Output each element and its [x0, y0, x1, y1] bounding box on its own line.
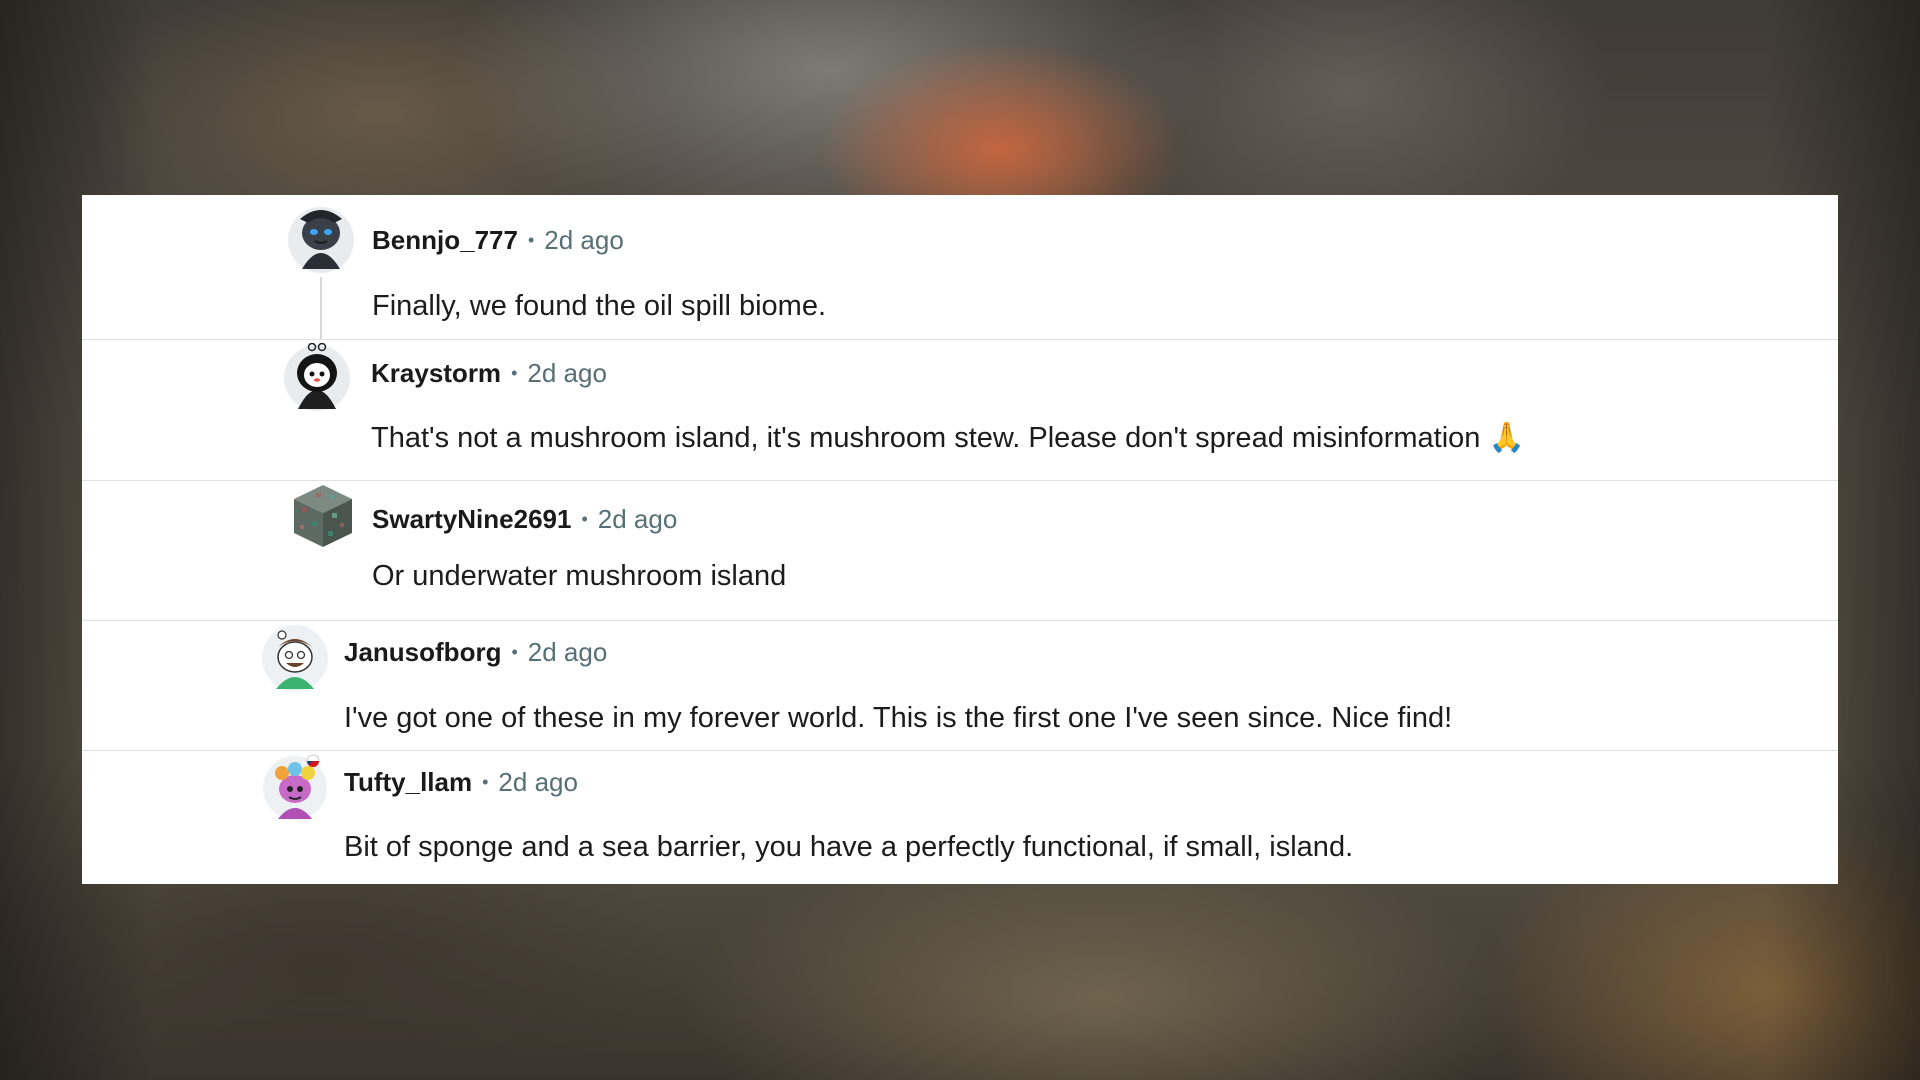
comment-1: Bennjo_777 • 2d ago Finally, we found th…	[82, 195, 1838, 340]
comment-body: Bit of sponge and a sea barrier, you hav…	[344, 831, 1354, 863]
snoo-hooded-dark-avatar-icon[interactable]	[288, 207, 354, 273]
meta-separator: •	[511, 642, 518, 662]
comment-timestamp[interactable]: 2d ago	[528, 637, 608, 668]
comment-body: That's not a mushroom island, it's mushr…	[371, 422, 1525, 454]
comment-header: Janusofborg • 2d ago	[344, 637, 607, 668]
thread-line	[320, 277, 322, 340]
comment-header: Bennjo_777 • 2d ago	[372, 225, 624, 256]
meta-separator: •	[482, 772, 489, 792]
comment-timestamp[interactable]: 2d ago	[498, 767, 578, 798]
comment-timestamp[interactable]: 2d ago	[544, 225, 624, 256]
snoo-pink-costume-avatar-icon[interactable]	[262, 753, 328, 820]
meta-separator: •	[527, 230, 535, 250]
username-link[interactable]: Tufty_llam	[344, 767, 472, 798]
comment-4: Janusofborg • 2d ago I've got one of the…	[82, 621, 1838, 746]
comment-header: SwartyNine2691 • 2d ago	[372, 504, 677, 535]
comment-body: Finally, we found the oil spill biome.	[372, 290, 827, 322]
username-link[interactable]: Bennjo_777	[372, 225, 518, 256]
comment-body: I've got one of these in my forever worl…	[344, 702, 1453, 734]
comment-header: Kraystorm • 2d ago	[371, 358, 607, 389]
comment-thread-panel: Bennjo_777 • 2d ago Finally, we found th…	[82, 195, 1838, 884]
snoo-black-cloak-avatar-icon[interactable]	[282, 343, 350, 411]
meta-separator: •	[511, 363, 518, 383]
minecraft-block-avatar-icon[interactable]	[292, 483, 358, 549]
comment-2: Kraystorm • 2d ago That's not a mushroom…	[82, 340, 1838, 480]
username-link[interactable]: Kraystorm	[371, 358, 501, 389]
comment-timestamp[interactable]: 2d ago	[598, 504, 678, 535]
snoo-green-shirt-avatar-icon[interactable]	[262, 625, 328, 691]
meta-separator: •	[581, 509, 588, 529]
comment-timestamp[interactable]: 2d ago	[527, 358, 607, 389]
comment-5: Tufty_llam • 2d ago Bit of sponge and a …	[82, 751, 1838, 884]
comment-header: Tufty_llam • 2d ago	[344, 767, 578, 798]
username-link[interactable]: Janusofborg	[344, 637, 501, 668]
comment-body: Or underwater mushroom island	[372, 560, 787, 592]
comment-3: SwartyNine2691 • 2d ago Or underwater mu…	[82, 481, 1838, 615]
username-link[interactable]: SwartyNine2691	[372, 504, 571, 535]
